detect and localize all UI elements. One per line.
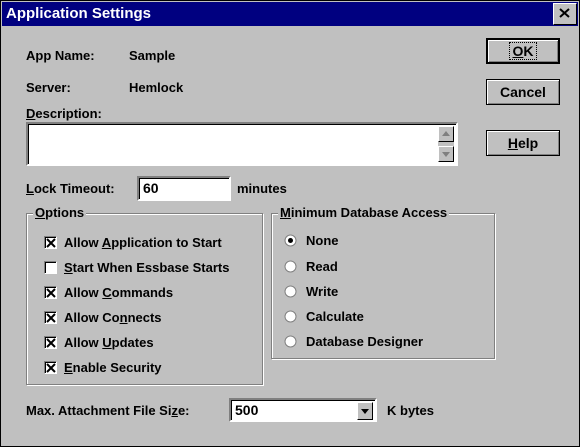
access-option-label: Calculate — [306, 309, 364, 324]
title-bar[interactable]: Application Settings — [2, 2, 578, 26]
option-label: Allow Updates — [64, 335, 154, 350]
check-icon — [46, 313, 56, 323]
access-option-label: Database Designer — [306, 334, 424, 349]
window-title: Application Settings — [6, 5, 152, 22]
radio-icon[interactable] — [284, 285, 297, 298]
access-option-label: None — [306, 233, 339, 248]
description-field[interactable] — [26, 122, 458, 166]
dropdown-button[interactable] — [357, 402, 373, 420]
cancel-button[interactable]: Cancel — [486, 79, 560, 105]
description-label: Description: — [26, 106, 102, 121]
lock-timeout-unit: minutes — [237, 181, 287, 196]
check-icon — [46, 338, 56, 348]
scroll-up-button[interactable] — [438, 126, 454, 142]
option-label: Enable Security — [64, 360, 162, 375]
allow-connects-checkbox[interactable] — [44, 311, 57, 324]
lock-timeout-input[interactable]: 60 — [137, 176, 231, 201]
application-settings-dialog: Application Settings App Name: Sample Se… — [0, 0, 580, 447]
server-label: Server: — [26, 80, 71, 95]
start-when-essbase-starts-checkbox[interactable] — [44, 261, 57, 274]
radio-selected-icon[interactable] — [284, 234, 297, 247]
radio-icon[interactable] — [284, 335, 297, 348]
ok-button[interactable]: OK — [486, 38, 560, 64]
allow-application-checkbox[interactable] — [44, 236, 57, 249]
enable-security-checkbox[interactable] — [44, 361, 57, 374]
check-icon — [46, 288, 56, 298]
access-option-label: Write — [306, 284, 339, 299]
description-scrollbar[interactable] — [438, 126, 454, 162]
close-button[interactable] — [553, 3, 577, 25]
allow-commands-checkbox[interactable] — [44, 286, 57, 299]
access-option-label: Read — [306, 259, 338, 274]
app-name-value: Sample — [129, 48, 176, 63]
server-value: Hemlock — [129, 80, 184, 95]
option-label: Allow Commands — [64, 285, 174, 300]
radio-icon[interactable] — [284, 260, 297, 273]
max-attachment-select[interactable]: 500 — [229, 398, 377, 422]
allow-updates-checkbox[interactable] — [44, 336, 57, 349]
close-icon — [559, 8, 570, 18]
lock-timeout-label: Lock Timeout: — [26, 181, 115, 196]
scroll-down-button[interactable] — [438, 146, 454, 162]
option-label: Allow Application to Start — [64, 235, 222, 250]
help-button[interactable]: Help — [486, 130, 560, 156]
max-attachment-unit: K bytes — [387, 403, 434, 418]
option-label: Start When Essbase Starts — [64, 260, 230, 275]
check-icon — [46, 363, 56, 373]
chevron-down-icon — [361, 409, 369, 414]
options-title: Options — [33, 205, 87, 220]
scroll-up-icon — [442, 131, 450, 136]
max-attachment-label: Max. Attachment File Size: — [26, 403, 190, 418]
option-label: Allow Connects — [64, 310, 162, 325]
radio-icon[interactable] — [284, 310, 297, 323]
app-name-label: App Name: — [26, 48, 95, 63]
check-icon — [46, 238, 56, 248]
scroll-down-icon — [442, 152, 450, 157]
minimum-database-access-title: Minimum Database Access — [278, 205, 450, 220]
